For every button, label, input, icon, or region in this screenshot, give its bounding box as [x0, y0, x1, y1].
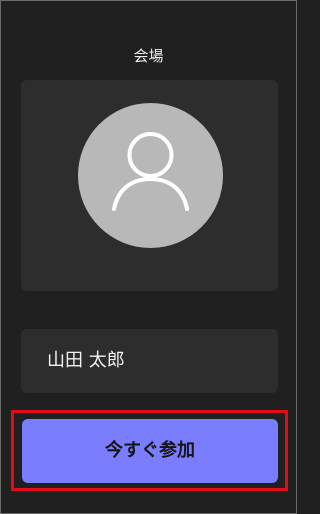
avatar [78, 103, 223, 248]
video-preview-card [21, 80, 278, 291]
join-screen: 会場 山田 太郎 今すぐ参加 [0, 0, 297, 514]
person-icon [112, 132, 189, 211]
page-title: 会場 [133, 47, 164, 65]
join-now-button[interactable]: 今すぐ参加 [22, 419, 278, 483]
display-name-value: 山田 太郎 [47, 350, 125, 371]
display-name-field[interactable]: 山田 太郎 [21, 329, 278, 393]
